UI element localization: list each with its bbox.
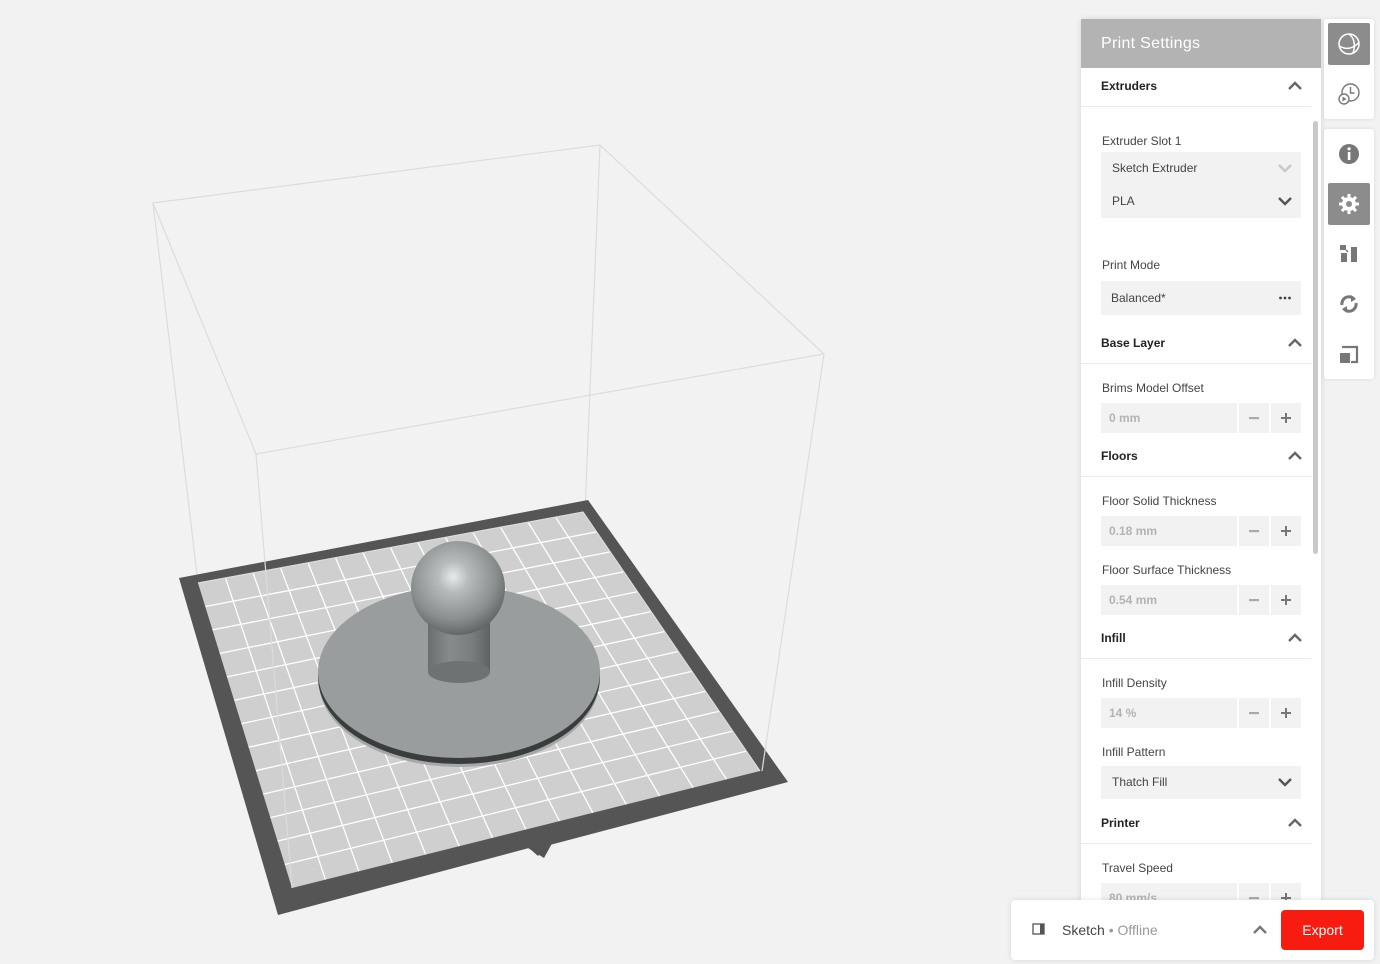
floor-solid-stepper: 0.18 mm [1101, 516, 1301, 546]
printer-status-bar: Sketch • Offline Export [1011, 900, 1374, 960]
minus-icon [1249, 599, 1259, 602]
increment-button[interactable] [1271, 585, 1301, 615]
info-button[interactable] [1328, 133, 1370, 175]
panel-body[interactable]: Extruders Extruder Slot 1 Sketch Extrude… [1081, 68, 1321, 911]
arrange-icon [1340, 245, 1357, 262]
material-select[interactable]: PLA [1101, 185, 1301, 218]
floor-solid-input[interactable]: 0.18 mm [1101, 516, 1237, 546]
material-select-value: PLA [1112, 194, 1135, 208]
infill-pattern-label: Infill Pattern [1102, 745, 1166, 759]
section-infill-header[interactable]: Infill [1081, 620, 1311, 659]
view-sphere-button[interactable] [1328, 23, 1370, 65]
floor-surface-input[interactable]: 0.54 mm [1101, 585, 1237, 615]
brims-offset-stepper: 0 mm [1101, 403, 1301, 433]
chevron-up-icon[interactable] [1287, 78, 1303, 94]
chevron-down-icon [1278, 164, 1292, 173]
model-cylinder-bottom [428, 661, 490, 683]
view-sphere-icon [1338, 33, 1360, 55]
section-title: Base Layer [1101, 336, 1166, 350]
infill-density-value: 14 % [1109, 706, 1137, 720]
extruder-select[interactable]: Sketch Extruder [1101, 152, 1301, 185]
brims-offset-input[interactable]: 0 mm [1101, 403, 1237, 433]
increment-button[interactable] [1271, 698, 1301, 728]
view-toolbar [1324, 19, 1374, 119]
infill-density-stepper: 14 % [1101, 698, 1301, 728]
section-title: Floors [1101, 449, 1138, 463]
floor-surface-label: Floor Surface Thickness [1102, 563, 1232, 577]
rotate-icon [1340, 295, 1358, 313]
travel-speed-label: Travel Speed [1102, 861, 1173, 875]
print-mode-select[interactable]: Balanced* [1101, 281, 1301, 315]
chevron-up-icon[interactable] [1287, 448, 1303, 464]
section-title: Infill [1101, 631, 1126, 645]
panel-scrollbar[interactable] [1313, 121, 1318, 554]
chevron-down-icon [1278, 197, 1292, 206]
chevron-up-icon[interactable] [1287, 630, 1303, 646]
separator-dot: • [1104, 922, 1118, 938]
infill-density-input[interactable]: 14 % [1101, 698, 1237, 728]
info-icon [1339, 144, 1359, 164]
printer-name: Sketch [1062, 922, 1105, 938]
print-preview-button[interactable] [1328, 73, 1370, 115]
settings-gear-icon [1339, 194, 1359, 214]
chevron-up-icon[interactable] [1252, 922, 1268, 938]
model-sphere [411, 541, 505, 635]
section-title: Printer [1101, 816, 1140, 830]
floor-solid-label: Floor Solid Thickness [1102, 494, 1217, 508]
decrement-button[interactable] [1239, 585, 1269, 615]
plus-icon [1281, 708, 1291, 718]
printer-device-icon [1032, 923, 1045, 935]
decrement-button[interactable] [1239, 698, 1269, 728]
floor-surface-stepper: 0.54 mm [1101, 585, 1301, 615]
chevron-down-icon [1278, 778, 1292, 787]
section-floors-header[interactable]: Floors [1081, 438, 1311, 477]
infill-density-label: Infill Density [1102, 676, 1167, 690]
decrement-button[interactable] [1239, 403, 1269, 433]
increment-button[interactable] [1271, 516, 1301, 546]
print-mode-label: Print Mode [1102, 258, 1161, 272]
plus-icon [1281, 526, 1291, 536]
tools-toolbar [1324, 129, 1374, 379]
rotate-button[interactable] [1328, 283, 1370, 325]
chevron-up-icon[interactable] [1287, 815, 1303, 831]
arrange-button[interactable] [1328, 233, 1370, 275]
chevron-up-icon[interactable] [1287, 335, 1303, 351]
settings-button[interactable] [1328, 183, 1370, 225]
scale-icon [1340, 345, 1359, 364]
infill-pattern-value: Thatch Fill [1112, 775, 1168, 789]
extruder-select-value: Sketch Extruder [1112, 161, 1198, 175]
floor-surface-value: 0.54 mm [1109, 593, 1158, 607]
brims-offset-label: Brims Model Offset [1102, 381, 1204, 395]
decrement-button[interactable] [1239, 516, 1269, 546]
scale-button[interactable] [1328, 333, 1370, 375]
export-button[interactable]: Export [1281, 910, 1364, 950]
print-mode-value: Balanced* [1111, 291, 1166, 305]
section-extruders-header[interactable]: Extruders [1081, 68, 1311, 107]
section-title: Extruders [1101, 79, 1158, 93]
minus-icon [1249, 417, 1259, 420]
print-settings-panel: Print Settings Extruders Extruder Slot 1… [1081, 19, 1321, 911]
section-printer-header[interactable]: Printer [1081, 805, 1311, 844]
more-options-icon[interactable] [1277, 290, 1293, 306]
printer-selector[interactable]: Sketch • Offline [1062, 922, 1158, 938]
plus-icon [1281, 595, 1291, 605]
floor-solid-value: 0.18 mm [1109, 524, 1158, 538]
increment-button[interactable] [1271, 403, 1301, 433]
section-base-layer-header[interactable]: Base Layer [1081, 325, 1311, 364]
printer-status: Offline [1117, 922, 1158, 938]
panel-title: Print Settings [1081, 19, 1321, 68]
extruder-slot-label: Extruder Slot 1 [1102, 134, 1182, 148]
minus-icon [1249, 712, 1259, 715]
brims-offset-value: 0 mm [1109, 411, 1141, 425]
plus-icon [1281, 413, 1291, 423]
print-preview-clock-icon [1338, 83, 1360, 105]
minus-icon [1249, 530, 1259, 533]
infill-pattern-select[interactable]: Thatch Fill [1101, 766, 1301, 799]
